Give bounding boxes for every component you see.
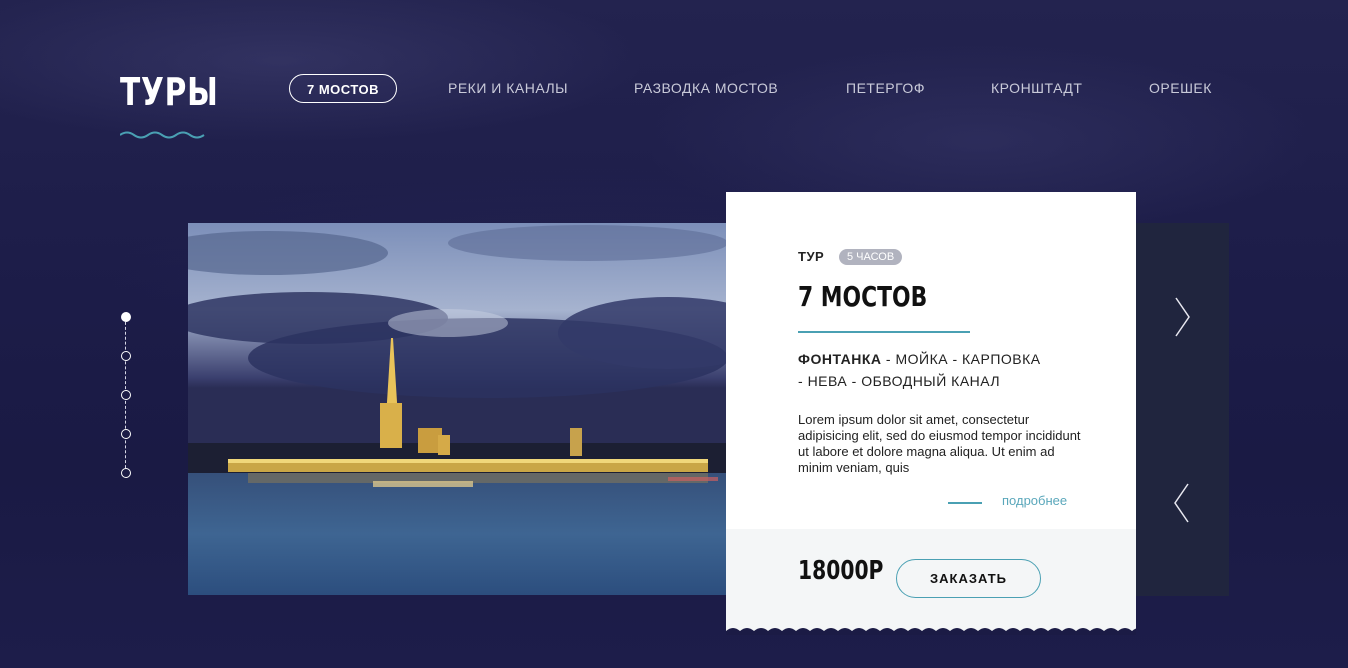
chevron-right-icon[interactable] [1170, 296, 1194, 338]
card-wave-edge [726, 628, 1136, 635]
route-stop: НЕВА [807, 373, 848, 389]
card-footer: 18000Р ЗАКАЗАТЬ [726, 529, 1136, 635]
card-title: 7 МОСТОВ [798, 280, 928, 313]
order-button[interactable]: ЗАКАЗАТЬ [896, 559, 1041, 598]
tour-label: ТУР [798, 249, 825, 264]
route-list: ФОНТАНКА - МОЙКА - КАРПОВКА - НЕВА - ОБВ… [798, 348, 1098, 392]
slider-side-panel [1136, 223, 1229, 596]
tour-description: Lorem ipsum dolor sit amet, consectetur … [798, 412, 1081, 475]
nav-item-rivers-canals[interactable]: РЕКИ И КАНАЛЫ [448, 74, 568, 103]
duration-badge: 5 ЧАСОВ [839, 249, 903, 265]
route-separator: - [885, 351, 892, 367]
more-link[interactable]: подробнее [1002, 493, 1067, 508]
page-title: ТУРЫ [120, 70, 219, 114]
pager-dot[interactable] [121, 390, 131, 400]
route-separator: - [851, 373, 857, 389]
route-stop: КАРПОВКА [962, 351, 1041, 367]
route-stop: ОБВОДНЫЙ КАНАЛ [861, 373, 1001, 389]
slide-pager [120, 311, 132, 481]
pager-dot[interactable] [121, 429, 131, 439]
route-stop: МОЙКА [895, 351, 949, 367]
pager-dot[interactable] [121, 312, 131, 322]
route-separator: - [798, 373, 804, 389]
tour-card: ТУР 5 ЧАСОВ 7 МОСТОВ ФОНТАНКА - МОЙКА - … [726, 192, 1136, 635]
pager-dot[interactable] [121, 351, 131, 361]
tour-photo [188, 223, 728, 595]
pager-dot[interactable] [121, 468, 131, 478]
chevron-left-icon[interactable] [1170, 482, 1194, 524]
route-stop: ФОНТАНКА [798, 351, 882, 367]
more-link-line [948, 502, 982, 504]
tour-price: 18000Р [798, 556, 884, 586]
route-separator: - [952, 351, 958, 367]
title-divider [798, 331, 970, 333]
nav-item-bridge-raising[interactable]: РАЗВОДКА МОСТОВ [634, 74, 778, 103]
nav-item-oreshek[interactable]: ОРЕШЕК [1149, 74, 1212, 103]
nav-item-kronshtadt[interactable]: КРОНШТАДТ [991, 74, 1082, 103]
fortress-night-image [188, 223, 728, 595]
wave-icon [120, 131, 205, 139]
nav-item-peterhof[interactable]: ПЕТЕРГОФ [846, 74, 925, 103]
nav-item-7-bridges[interactable]: 7 МОСТОВ [289, 74, 397, 103]
